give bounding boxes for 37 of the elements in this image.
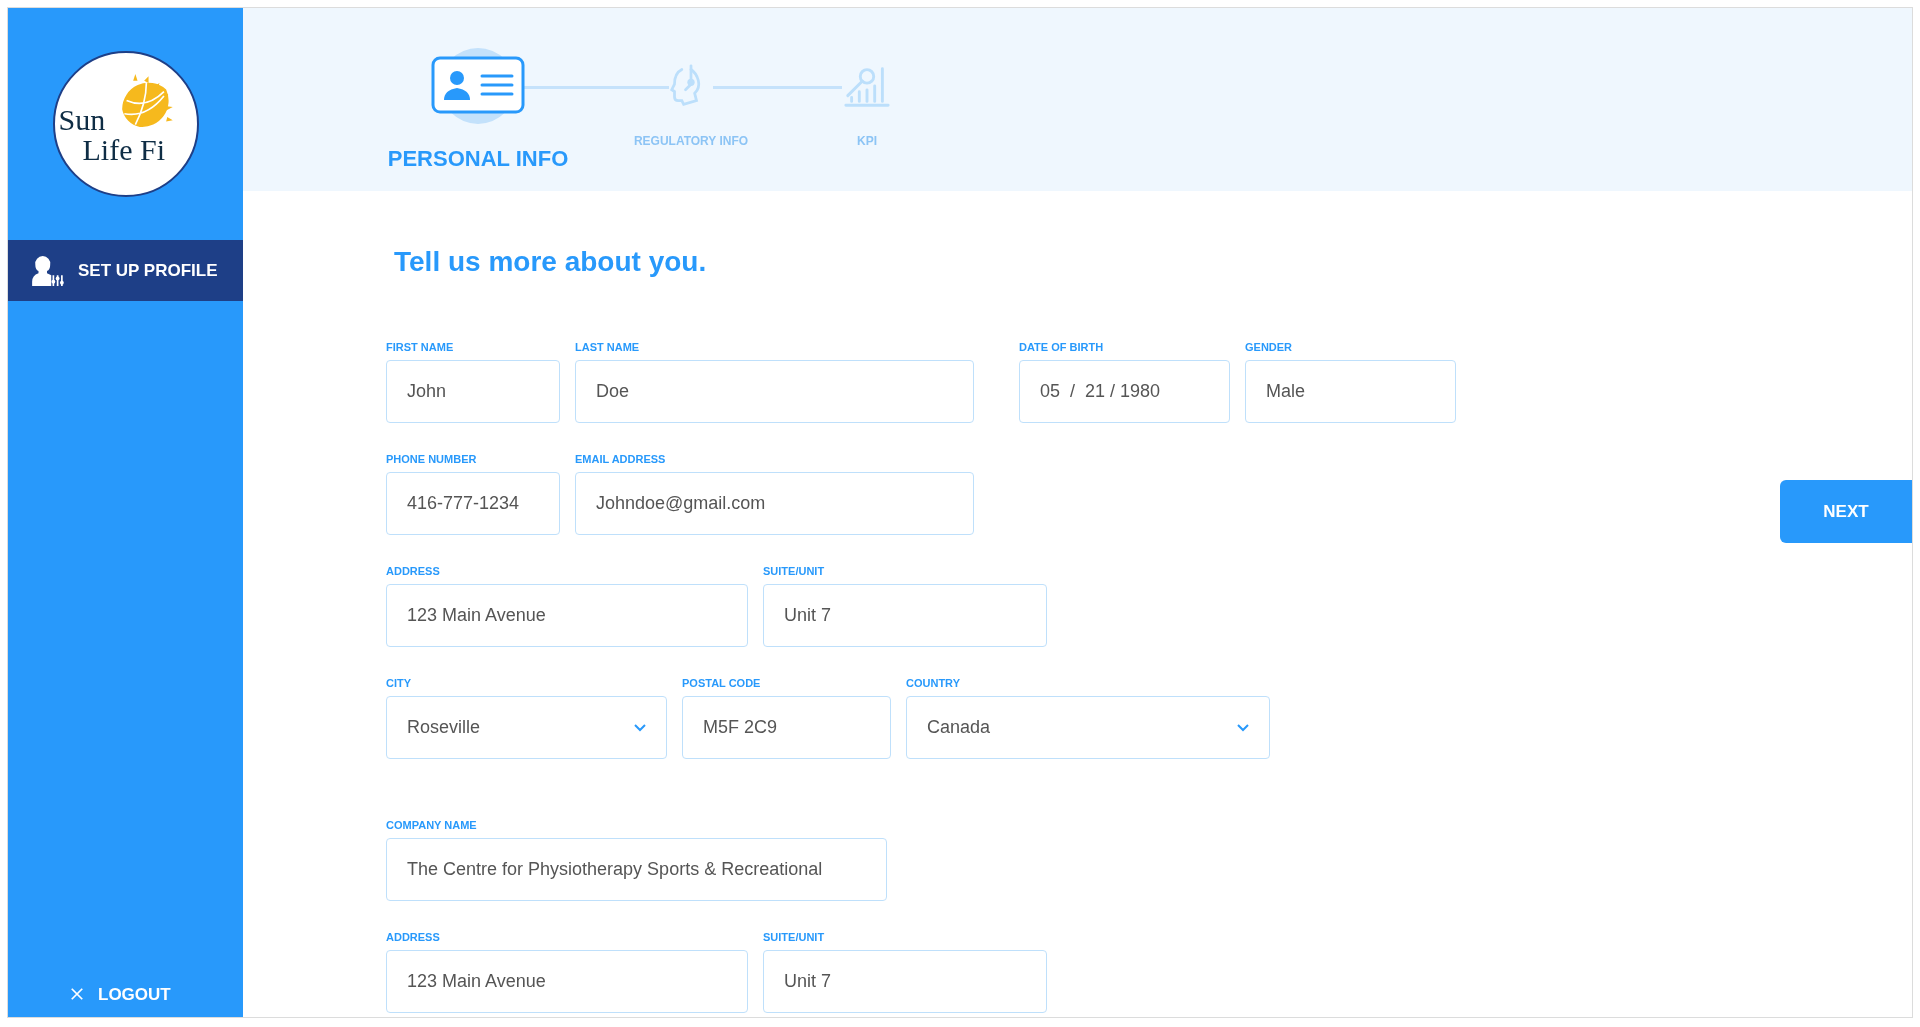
field-label: FIRST NAME <box>386 341 455 354</box>
nav-item[interactable]: SET UP PROFILE <box>8 240 243 301</box>
dropdown-field[interactable]: Roseville <box>386 696 667 759</box>
input-field[interactable]: Male <box>1245 360 1456 423</box>
field-label: PHONE NUMBER <box>386 453 478 466</box>
field-label: DATE OF BIRTH <box>1019 341 1105 354</box>
input-field[interactable]: 123 Main Avenue <box>386 584 748 647</box>
field-label: LAST NAME <box>575 341 641 354</box>
field-label: ADDRESS <box>386 931 441 944</box>
field-label: EMAIL ADDRESS <box>575 453 667 466</box>
input-field[interactable]: 123 Main Avenue <box>386 950 748 1013</box>
field-label: GENDER <box>1245 341 1294 354</box>
dropdown-field[interactable]: Canada <box>906 696 1270 759</box>
sun-icon <box>120 73 175 128</box>
profile-settings-icon <box>30 253 64 288</box>
field-label: POSTAL CODE <box>682 677 762 690</box>
input-field[interactable]: 05 / 21 / 1980 <box>1019 360 1230 423</box>
field-label: SUITE/UNIT <box>763 931 826 944</box>
input-field[interactable]: John <box>386 360 560 423</box>
input-field[interactable]: Unit 7 <box>763 584 1047 647</box>
logo-text: Sun <box>58 105 106 135</box>
chevron-down-icon <box>634 723 646 732</box>
logo-text: Life Fi <box>82 135 165 165</box>
field-label: CITY <box>386 677 413 690</box>
input-field[interactable]: M5F 2C9 <box>682 696 891 759</box>
form-title: Tell us more about you. <box>394 245 708 279</box>
chevron-down-icon <box>1237 723 1249 732</box>
field-label: COUNTRY <box>906 677 961 690</box>
input-field[interactable]: 416-777-1234 <box>386 472 560 535</box>
input-field[interactable]: Unit 7 <box>763 950 1047 1013</box>
field-label: ADDRESS <box>386 565 441 578</box>
input-field[interactable]: Doe <box>575 360 974 423</box>
input-field[interactable]: Johndoe@gmail.com <box>575 472 974 535</box>
input-field[interactable]: The Centre for Physiotherapy Sports & Recreational <box>386 838 887 901</box>
close-icon <box>70 987 84 1002</box>
field-label: SUITE/UNIT <box>763 565 826 578</box>
field-label: COMPANY NAME <box>386 819 478 832</box>
